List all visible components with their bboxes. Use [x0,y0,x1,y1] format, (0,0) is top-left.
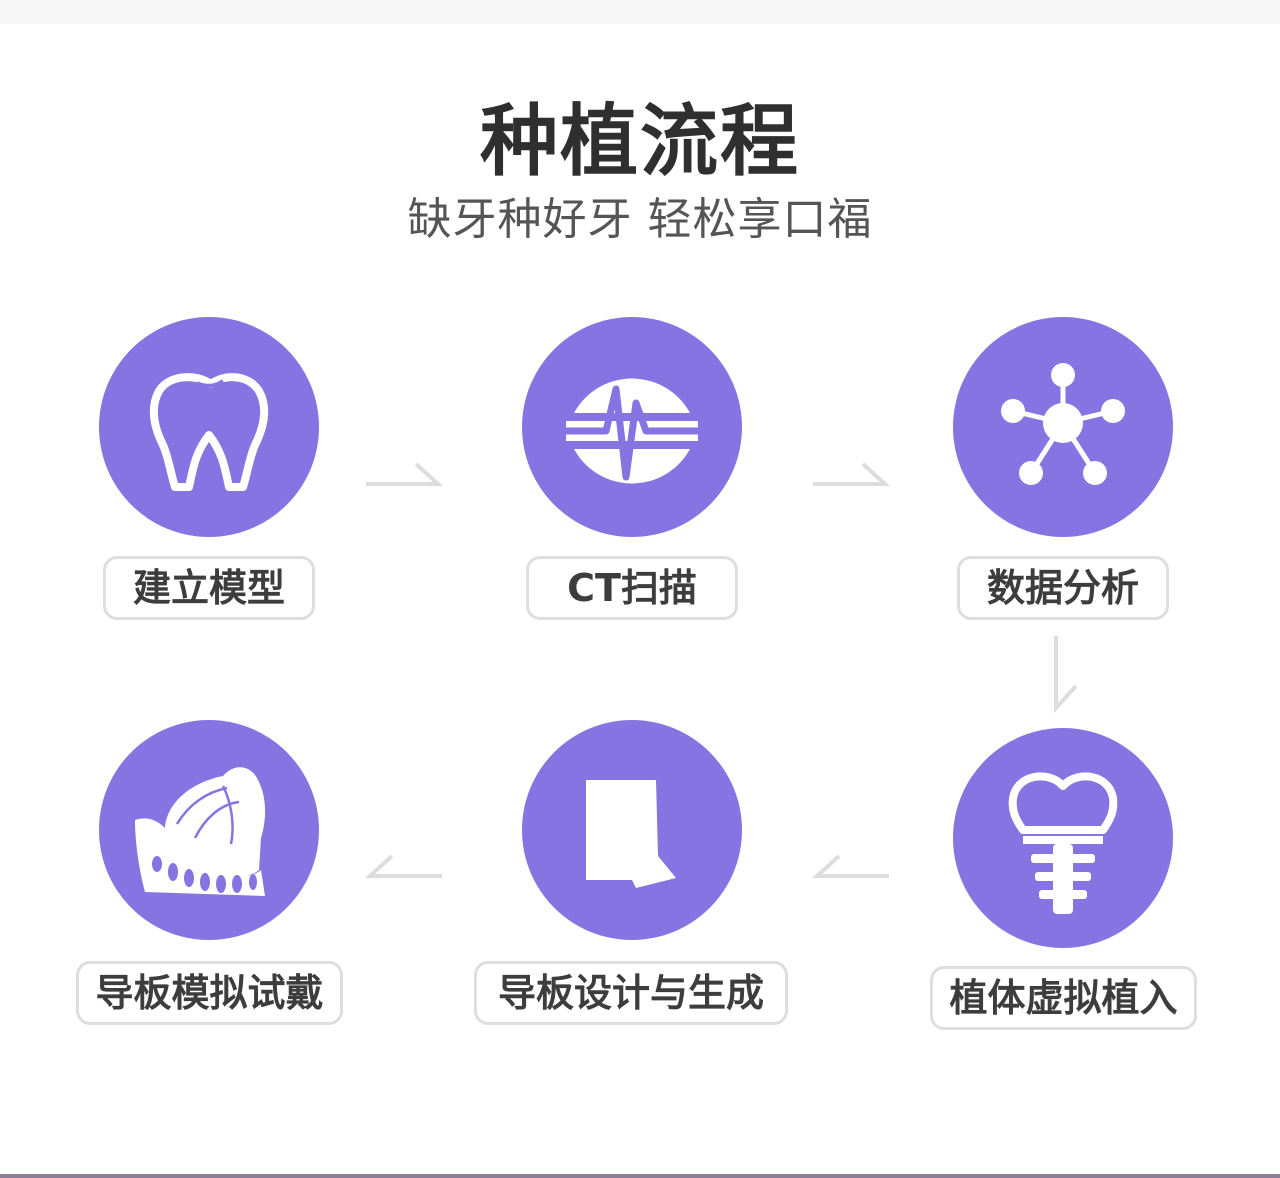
tooth-icon [149,373,269,491]
arrow-left-icon [811,854,889,878]
dental-implant-icon [1008,772,1118,914]
step-5-circle [522,720,742,940]
step-3-label: 数据分析 [957,556,1169,620]
step-6-circle [99,720,319,940]
network-nodes-icon [1001,363,1125,485]
heartbeat-scan-icon [562,378,702,484]
arrow-left-icon [364,854,442,878]
step-2-circle [522,317,742,537]
document-icon [586,780,676,888]
arrow-right-icon [813,462,891,486]
step-3-circle [953,317,1173,537]
step-1-circle [99,317,319,537]
step-5-label: 导板设计与生成 [474,961,788,1025]
bottom-strip [0,1174,1280,1178]
arrow-right-icon [366,462,444,486]
top-strip [0,0,1280,24]
step-4-label: 植体虚拟植入 [930,966,1197,1030]
step-4-circle [953,728,1173,948]
step-1-label: 建立模型 [103,556,315,620]
page-subtitle: 缺牙种好牙 轻松享口福 [407,194,873,245]
arrow-down-icon [1054,636,1078,714]
denture-icon [135,767,266,896]
step-6-label: 导板模拟试戴 [76,961,343,1025]
page-title: 种植流程 [479,97,800,187]
step-2-label: CT扫描 [526,556,738,620]
